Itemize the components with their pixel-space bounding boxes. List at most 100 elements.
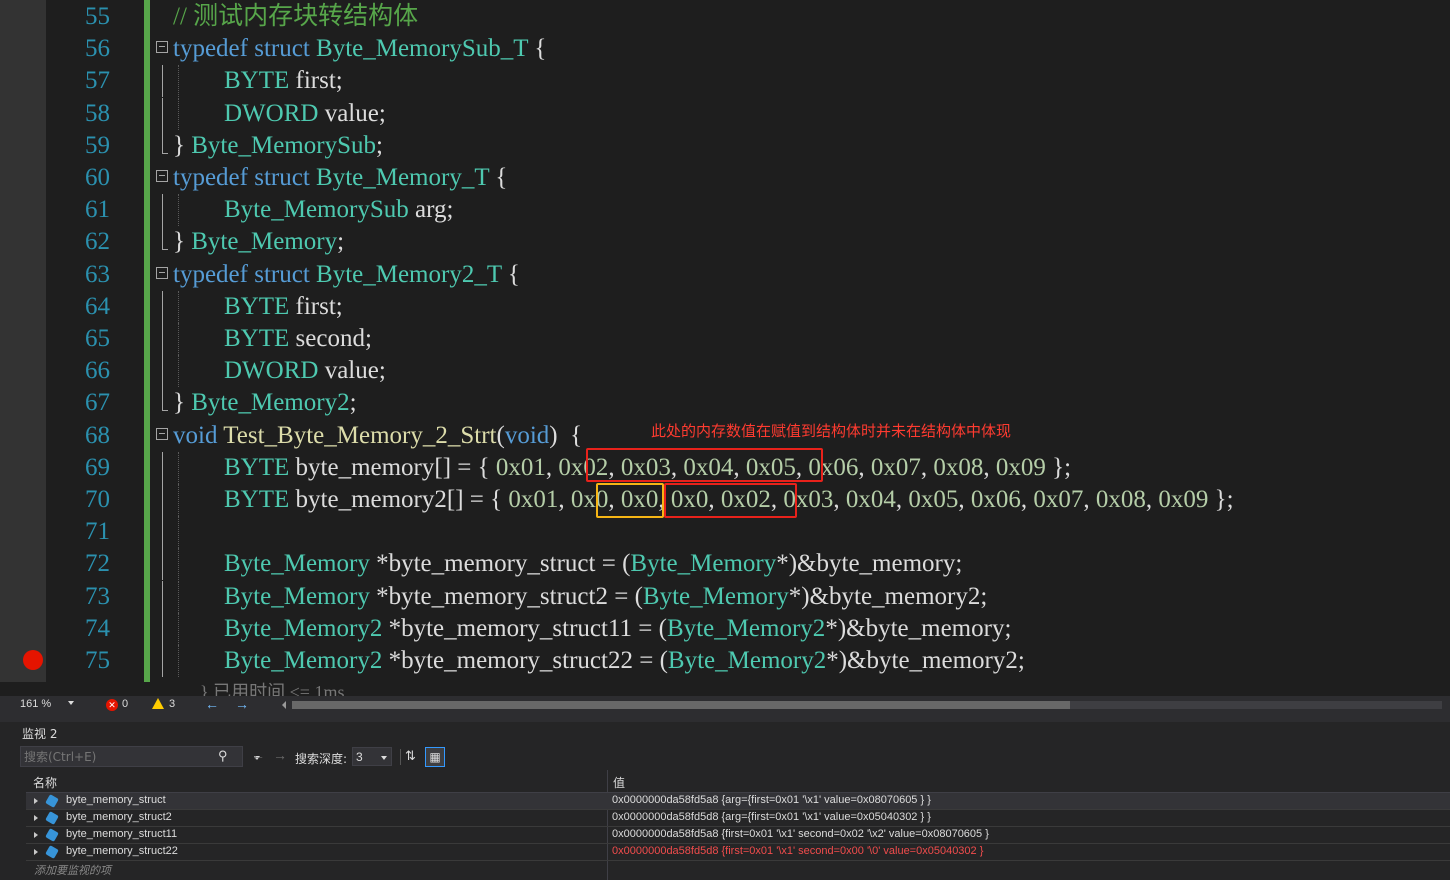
watch-search-box[interactable]: ⚲	[20, 746, 260, 767]
code-text[interactable]: typedef struct Byte_MemorySub_T {	[173, 33, 546, 65]
collapse-icon[interactable]	[156, 41, 168, 54]
code-token: typedef	[173, 35, 248, 63]
code-text[interactable]: BYTE first;	[224, 65, 343, 97]
code-line[interactable]: 57 BYTE first;	[0, 65, 1450, 98]
watch-item-name[interactable]: byte_memory_struct	[66, 794, 166, 806]
expand-icon[interactable]	[34, 832, 38, 838]
watch-row[interactable]: byte_memory_struct 0x0000000da58fd5a8 {ar…	[26, 793, 1450, 810]
code-text[interactable]: void Test_Byte_Memory_2_Strt(void) {	[173, 420, 582, 452]
search-icon[interactable]: ⚲	[218, 748, 228, 764]
collapse-icon[interactable]	[156, 266, 168, 279]
code-line[interactable]: 61 Byte_MemorySub arg;	[0, 194, 1450, 227]
code-line[interactable]: 60 typedef struct Byte_Memory_T {	[0, 162, 1450, 194]
line-number: 63	[85, 260, 110, 288]
collapse-icon[interactable]	[156, 170, 168, 182]
code-text[interactable]: BYTE first;	[224, 291, 343, 323]
line-number: 66	[85, 357, 110, 385]
code-line[interactable]: 64 BYTE first;	[0, 290, 1450, 323]
horizontal-scroll-thumb[interactable]	[292, 701, 1070, 709]
code-text[interactable]: DWORD value;	[224, 98, 386, 130]
code-line[interactable]: 55 // 测试内存块转结构体	[0, 1, 1450, 33]
error-icon[interactable]: ✕	[106, 699, 118, 711]
line-number: 64	[85, 292, 110, 320]
watch-search-input[interactable]	[24, 749, 209, 764]
add-watch-row[interactable]: 添加要监视的项	[26, 861, 1450, 878]
code-text[interactable]: Byte_MemorySub arg;	[224, 194, 453, 226]
scroll-left-icon[interactable]	[282, 701, 286, 709]
code-text[interactable]: BYTE second;	[224, 323, 372, 355]
watch-row[interactable]: byte_memory_struct11 0x0000000da58fd5a8 {…	[26, 827, 1450, 844]
code-text[interactable]: typedef struct Byte_Memory_T {	[173, 162, 507, 194]
code-line[interactable]: 72 Byte_Memory *byte_memory_struct = (Byt…	[0, 548, 1450, 581]
code-token: 0x01	[495, 453, 546, 481]
code-text[interactable]: Byte_Memory *byte_memory_struct = (Byte_…	[224, 548, 962, 580]
code-token: ,	[1145, 486, 1159, 513]
watch-item-value[interactable]: 0x0000000da58fd5a8 {first=0x01 '\x1' sec…	[612, 828, 989, 840]
line-number: 75	[85, 647, 110, 674]
watch-title[interactable]: 监视 2	[22, 725, 57, 742]
code-line[interactable]: 63 typedef struct Byte_Memory2_T {	[0, 259, 1450, 291]
column-header-value[interactable]: 值	[613, 774, 625, 791]
perf-tip-partial: } 已用时间 <= 1ms	[200, 682, 345, 696]
expand-icon[interactable]	[34, 798, 38, 804]
zoom-level[interactable]: 161 %	[20, 698, 51, 710]
code-text[interactable]: // 测试内存块转结构体	[173, 1, 418, 33]
panel-splitter[interactable]	[0, 714, 1450, 722]
code-token: ;	[349, 389, 357, 417]
watch-item-name[interactable]: byte_memory_struct11	[66, 828, 177, 840]
search-next-icon[interactable]: →	[273, 747, 287, 763]
chevron-down-icon[interactable]	[68, 701, 74, 705]
code-editor[interactable]: 55 // 测试内存块转结构体 56 typedef struct Byte_Memo…	[0, 0, 1450, 696]
error-count[interactable]: 0	[122, 698, 128, 710]
line-number: 73	[85, 582, 110, 610]
column-header-name[interactable]: 名称	[33, 774, 57, 791]
expand-icon[interactable]	[34, 815, 38, 821]
code-line[interactable]: 74 Byte_Memory2 *byte_memory_struct11 = (…	[0, 612, 1450, 645]
expand-icon[interactable]	[34, 849, 38, 855]
code-text[interactable]: Byte_Memory *byte_memory_struct2 = (Byte…	[224, 581, 987, 613]
code-text[interactable]: } Byte_Memory2;	[173, 387, 357, 419]
watch-item-name[interactable]: byte_memory_struct2	[66, 811, 172, 823]
pin-icon[interactable]: ⇅	[405, 748, 421, 764]
code-token: 0x05	[908, 486, 959, 513]
code-line[interactable]: 62} Byte_Memory;	[0, 226, 1450, 258]
fold-guide	[162, 65, 163, 98]
code-token: {	[489, 164, 508, 191]
code-text[interactable]: Byte_Memory2 *byte_memory_struct11 = (By…	[224, 613, 1011, 645]
code-token: value;	[318, 99, 386, 127]
code-line[interactable]: 71	[0, 516, 1450, 549]
watch-item-value[interactable]: 0x0000000da58fd5d8 {first=0x01 '\x1' sec…	[612, 845, 983, 857]
search-depth-select[interactable]: 3	[352, 747, 392, 766]
search-previous-icon[interactable]: ←	[251, 747, 265, 763]
line-number: 68	[85, 421, 110, 449]
code-line[interactable]: 58 DWORD value;	[0, 97, 1450, 130]
code-token: Byte_MemorySub_T	[316, 35, 529, 63]
warning-count[interactable]: 3	[169, 698, 175, 710]
watch-item-value[interactable]: 0x0000000da58fd5d8 {arg={first=0x01 '\x1…	[612, 811, 931, 823]
collapse-icon[interactable]	[156, 427, 168, 440]
code-line[interactable]: 59} Byte_MemorySub;	[0, 129, 1450, 162]
watch-item-value[interactable]: 0x0000000da58fd5a8 {arg={first=0x01 '\x1…	[612, 794, 931, 806]
fold-guide	[162, 612, 163, 645]
code-text[interactable]: } Byte_MemorySub;	[173, 130, 383, 162]
code-line[interactable]: 75 Byte_Memory2 *byte_memory_struct22 = (…	[0, 645, 1450, 677]
code-text[interactable]: typedef struct Byte_Memory2_T {	[173, 259, 520, 291]
code-line[interactable]: 67} Byte_Memory2;	[0, 387, 1450, 419]
indent-guide	[178, 645, 179, 677]
watch-row[interactable]: byte_memory_struct2 0x0000000da58fd5d8 {a…	[26, 810, 1450, 827]
code-token: DWORD	[224, 99, 319, 127]
code-line[interactable]: 73 Byte_Memory *byte_memory_struct2 = (By…	[0, 580, 1450, 613]
nav-forward-icon[interactable]: →	[235, 696, 249, 712]
view-toggle-icon[interactable]: ▦	[425, 747, 445, 767]
code-text[interactable]: } Byte_Memory;	[173, 226, 344, 258]
code-text[interactable]: DWORD value;	[224, 355, 386, 387]
nav-back-icon[interactable]: ←	[205, 696, 219, 712]
code-line[interactable]: 65 BYTE second;	[0, 323, 1450, 355]
warning-icon[interactable]	[152, 698, 164, 709]
watch-row[interactable]: byte_memory_struct22 0x0000000da58fd5d8 {…	[26, 844, 1450, 861]
code-line[interactable]: 66 DWORD value;	[0, 355, 1450, 388]
watch-item-name[interactable]: byte_memory_struct22	[66, 845, 178, 857]
code-text[interactable]: Byte_Memory2 *byte_memory_struct22 = (By…	[224, 645, 1025, 677]
code-token: ,	[895, 486, 909, 513]
code-line[interactable]: 56 typedef struct Byte_MemorySub_T {	[0, 33, 1450, 65]
